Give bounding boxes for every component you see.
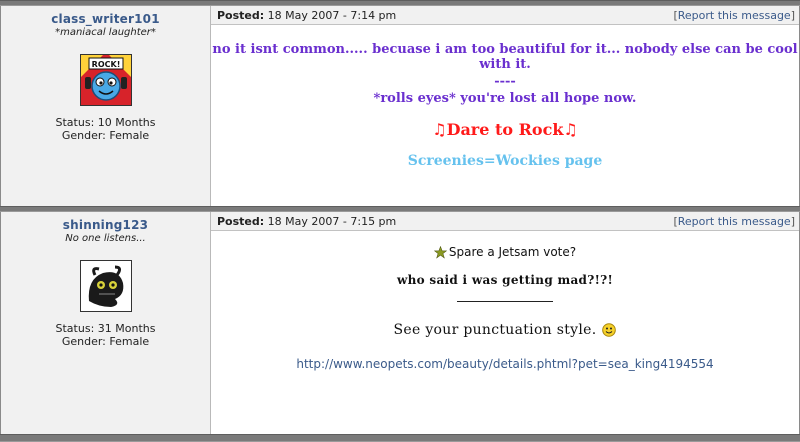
posted-date: 18 May 2007 - 7:15 pm <box>267 214 397 228</box>
pet-url-link[interactable]: http://www.neopets.com/beauty/details.ph… <box>211 357 799 371</box>
punctuation-text: See your punctuation style. <box>393 322 597 338</box>
report-message-link[interactable]: Report this message <box>678 9 791 22</box>
report-close-bracket: ] <box>790 8 795 22</box>
signature-dare-to-rock: ♫Dare to Rock♫ <box>211 120 799 139</box>
signature-link[interactable]: Screenies=Wockies page <box>211 153 799 169</box>
username[interactable]: class_writer101 <box>1 12 210 26</box>
avatar-text: ROCK! <box>91 60 120 69</box>
message-divider: ---- <box>494 74 516 89</box>
report-close-bracket: ] <box>790 214 795 228</box>
message-line: See your punctuation style. <box>211 322 799 338</box>
post-header: Posted: 18 May 2007 - 7:14 pm [Report th… <box>211 6 799 25</box>
posted-label: Posted: <box>217 8 265 22</box>
user-title: *maniacal laughter* <box>55 27 156 38</box>
post-meta: Posted: 18 May 2007 - 7:14 pm <box>217 9 396 22</box>
user-status: Status: 10 Months <box>55 116 156 129</box>
user-title: No one listens... <box>65 233 146 244</box>
post-body: Spare a Jetsam vote? who said i was gett… <box>211 231 799 371</box>
music-note-icon: ♫ <box>563 120 578 139</box>
forum-post: shinning123 No one listens... Status: 31… <box>0 212 800 434</box>
message-line: who said i was getting mad?!?! <box>396 273 614 287</box>
message-line: no it isnt common..... becuase i am too … <box>212 42 798 72</box>
post-meta: Posted: 18 May 2007 - 7:15 pm <box>217 215 396 228</box>
signature-text: Dare to Rock <box>446 120 564 139</box>
post-body: no it isnt common..... becuase i am too … <box>211 25 799 169</box>
smiley-icon <box>602 323 617 337</box>
user-panel: shinning123 No one listens... Status: 31… <box>1 212 211 434</box>
user-status: Status: 31 Months <box>55 322 156 335</box>
posted-label: Posted: <box>217 214 265 228</box>
vote-text[interactable]: Spare a Jetsam vote? <box>449 245 576 259</box>
report-wrapper: [Report this message] <box>673 215 795 228</box>
post-header: Posted: 18 May 2007 - 7:15 pm [Report th… <box>211 212 799 231</box>
post-content: Posted: 18 May 2007 - 7:14 pm [Report th… <box>211 6 799 206</box>
user-panel: class_writer101 *maniacal laughter* ROCK… <box>1 6 211 206</box>
forum-post: class_writer101 *maniacal laughter* ROCK… <box>0 6 800 206</box>
user-gender: Gender: Female <box>61 335 150 348</box>
star-icon <box>433 245 447 259</box>
music-note-icon: ♫ <box>432 120 447 139</box>
report-wrapper: [Report this message] <box>673 9 795 22</box>
posted-date: 18 May 2007 - 7:14 pm <box>267 8 397 22</box>
separator-bar <box>0 434 800 442</box>
username[interactable]: shinning123 <box>1 218 210 232</box>
post-content: Posted: 18 May 2007 - 7:15 pm [Report th… <box>211 212 799 434</box>
message-line: *rolls eyes* you're lost all hope now. <box>373 91 637 106</box>
report-message-link[interactable]: Report this message <box>678 215 791 228</box>
user-gender: Gender: Female <box>61 129 150 142</box>
jetsam-avatar-icon <box>79 260 132 312</box>
vote-line[interactable]: Spare a Jetsam vote? <box>211 245 799 259</box>
rock-avatar-icon: ROCK! <box>79 54 132 106</box>
divider-line <box>457 301 553 302</box>
